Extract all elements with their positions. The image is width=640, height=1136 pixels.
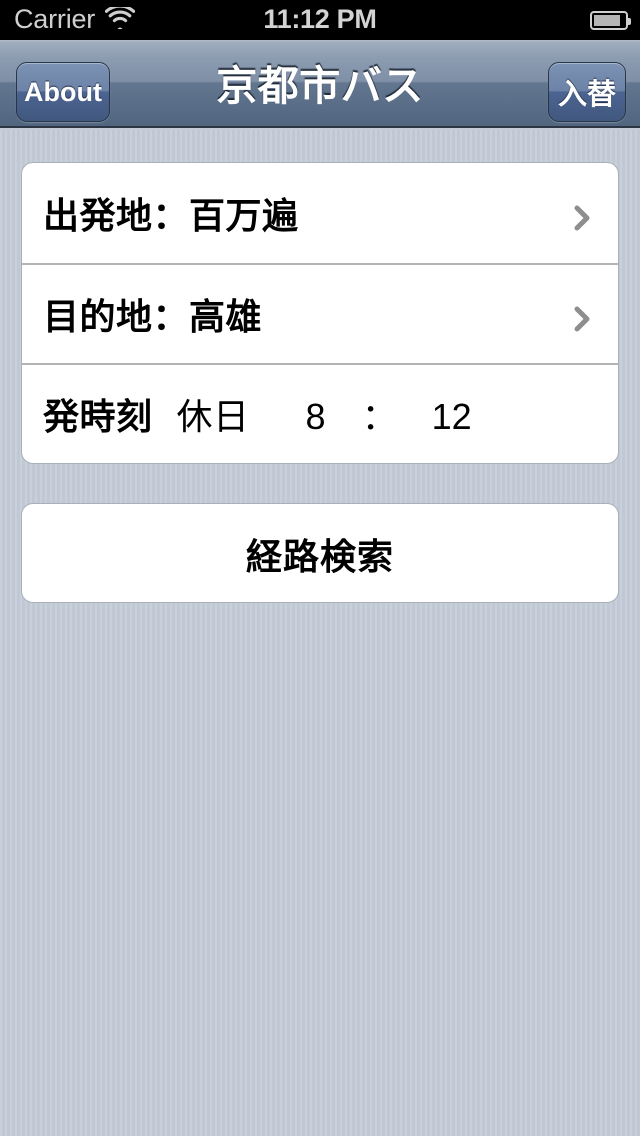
minute-value[interactable]: 12 (432, 396, 472, 438)
battery-fill (594, 14, 620, 26)
battery-nub (628, 17, 631, 25)
navigation-bar: About 京都市バス 入替 (0, 40, 640, 128)
clock-label: 11:12 PM (263, 3, 377, 34)
departure-row[interactable]: 出発地：百万遍 (22, 163, 618, 263)
departure-time-row[interactable]: 発時刻 休日 8 ： 12 (22, 363, 618, 463)
chevron-right-icon (572, 203, 592, 231)
time-separator: ： (361, 396, 398, 437)
swap-button[interactable]: 入替 (548, 62, 626, 122)
status-bar-right (590, 0, 631, 40)
departure-time-heading: 発時刻 (43, 396, 153, 437)
day-type-value[interactable]: 休日 (177, 388, 250, 440)
chevron-right-icon (572, 304, 592, 332)
route-form-card: 出発地：百万遍 目的地：高雄 発時刻 休日 8 ： 12 (21, 162, 619, 464)
page-title: 京都市バス (216, 63, 424, 109)
search-action-card: 経路検索 (21, 503, 619, 603)
content-area: 出発地：百万遍 目的地：高雄 発時刻 休日 8 ： 12 経路検索 (0, 130, 640, 1136)
app-screen: Carrier 11:12 PM About 京都市バス 入替 出発地：百万遍 … (0, 0, 640, 1136)
destination-label: 目的地：高雄 (43, 296, 263, 337)
battery-icon (590, 10, 631, 30)
route-search-button[interactable]: 経路検索 (22, 504, 618, 602)
departure-label: 出発地：百万遍 (43, 195, 299, 236)
hour-value[interactable]: 8 (306, 396, 326, 438)
departure-time-group: 発時刻 休日 8 ： 12 (43, 388, 472, 440)
destination-row[interactable]: 目的地：高雄 (22, 263, 618, 363)
status-bar: Carrier 11:12 PM (0, 0, 640, 40)
